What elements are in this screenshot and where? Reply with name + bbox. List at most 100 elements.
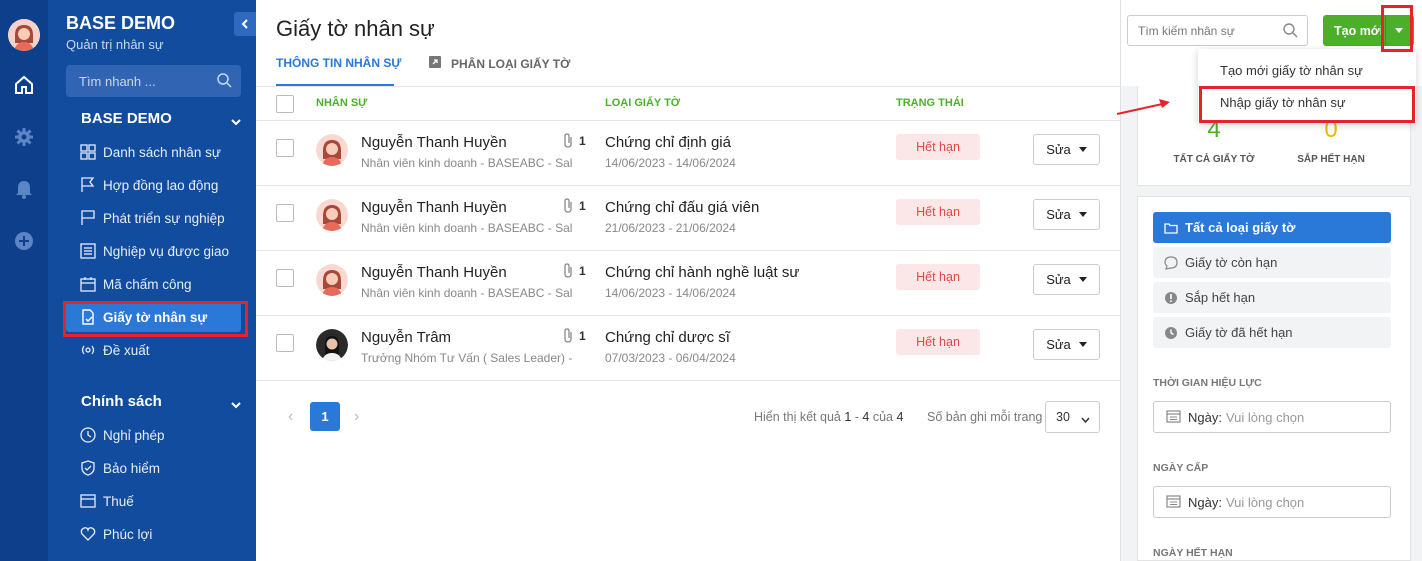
nav-group-title: BASE DEMO — [81, 110, 172, 127]
sidebar-item-nghi-phep[interactable]: Nghỉ phép — [66, 420, 241, 450]
prev-page-button[interactable]: ‹ — [288, 408, 293, 426]
nav-group-chinh-sach[interactable]: Chính sách — [81, 393, 241, 410]
collapse-sidebar-button[interactable] — [234, 12, 256, 36]
filter-giay-to-da-het-han[interactable]: Giấy tờ đã hết hạn — [1153, 317, 1391, 348]
filter-label: Giấy tờ còn hạn — [1185, 255, 1278, 270]
sidebar-search-input[interactable]: Tìm nhanh ... — [66, 65, 241, 97]
attachment-count[interactable]: 1 — [562, 328, 586, 344]
sidebar-item-de-xuat[interactable]: Đề xuất — [66, 335, 241, 365]
status-badge: Hết hạn — [896, 134, 980, 160]
edit-button[interactable]: Sửa — [1033, 264, 1100, 295]
edit-button[interactable]: Sửa — [1033, 199, 1100, 230]
grid-icon — [79, 143, 97, 161]
sidebar-item-ma-cham-cong[interactable]: Mã chấm công — [66, 269, 241, 299]
row-checkbox[interactable] — [276, 204, 294, 222]
status-badge: Hết hạn — [896, 199, 980, 225]
avatar — [316, 329, 348, 361]
caret-down-icon — [1078, 342, 1087, 347]
validity-date-picker[interactable]: Ngày: Vui lòng chọn — [1153, 401, 1391, 433]
attachment-count-value: 1 — [579, 199, 586, 213]
tab-phan-loai-giay-to[interactable]: PHÂN LOẠI GIẤY TỜ — [429, 56, 570, 71]
divider — [256, 185, 1120, 186]
page-button-current[interactable]: 1 — [310, 402, 340, 431]
next-page-button[interactable]: › — [354, 408, 359, 426]
external-link-icon — [429, 56, 441, 71]
sidebar-item-nghiep-vu-duoc-giao[interactable]: Nghiệp vụ được giao — [66, 236, 241, 266]
filter-card: Tất cả loại giấy tờ Giấy tờ còn hạn Sắp … — [1137, 196, 1411, 561]
status-badge: Hết hạn — [896, 264, 980, 290]
heart-icon — [79, 525, 97, 543]
edit-button[interactable]: Sửa — [1033, 134, 1100, 165]
column-header-loai-giay-to[interactable]: LOẠI GIẤY TỜ — [605, 97, 680, 109]
per-page-label: Số bản ghi mỗi trang — [927, 410, 1043, 424]
document-dates: 14/06/2023 - 14/06/2024 — [605, 156, 736, 170]
employee-title: Nhân viên kinh doanh - BASEABC - Sal... — [361, 156, 573, 170]
attachment-count[interactable]: 1 — [562, 133, 586, 149]
row-checkbox[interactable] — [276, 139, 294, 157]
section-label-ngay-cap: NGÀY CẤP — [1153, 462, 1209, 474]
employee-search-input[interactable]: Tìm kiếm nhân sự — [1127, 15, 1308, 46]
nav-group-base-demo[interactable]: BASE DEMO — [81, 110, 241, 127]
edit-label: Sửa — [1046, 337, 1071, 352]
filter-tat-ca-loai-giay-to[interactable]: Tất cả loại giấy tờ — [1153, 212, 1391, 243]
caret-down-icon — [1078, 147, 1087, 152]
sidebar-item-hop-dong-lao-dong[interactable]: Hợp đồng lao động — [66, 170, 241, 200]
attachment-count-value: 1 — [579, 329, 586, 343]
sidebar-item-label: Phát triển sự nghiệp — [103, 210, 225, 226]
alert-icon — [1163, 291, 1179, 305]
per-page-value: 30 — [1056, 410, 1070, 424]
issue-date-picker[interactable]: Ngày: Vui lòng chọn — [1153, 486, 1391, 518]
column-header-trang-thai[interactable]: TRẠNG THÁI — [896, 97, 964, 109]
chevron-left-icon — [241, 19, 248, 29]
select-all-checkbox[interactable] — [276, 95, 294, 113]
sidebar-item-label: Đề xuất — [103, 342, 150, 358]
tab-thong-tin-nhan-su[interactable]: THÔNG TIN NHÂN SỰ — [276, 56, 401, 70]
result-prefix: Hiển thị kết quả — [754, 410, 845, 424]
filter-sap-het-han[interactable]: Sắp hết hạn — [1153, 282, 1391, 313]
edit-button[interactable]: Sửa — [1033, 329, 1100, 360]
menu-item-tao-moi-giay-to[interactable]: Tạo mới giấy tờ nhân sự — [1198, 54, 1416, 86]
row-checkbox[interactable] — [276, 269, 294, 287]
add-circle-icon[interactable] — [12, 229, 36, 253]
attachment-count[interactable]: 1 — [562, 263, 586, 279]
tax-icon — [79, 492, 97, 510]
bell-icon[interactable] — [12, 177, 36, 201]
home-icon[interactable] — [12, 73, 36, 97]
sidebar-item-phat-trien-su-nghiep[interactable]: Phát triển sự nghiệp — [66, 203, 241, 233]
per-page-select[interactable]: 30 — [1045, 401, 1100, 433]
range-sep: - — [851, 410, 863, 424]
date-prefix: Ngày: — [1188, 494, 1222, 510]
employee-name[interactable]: Nguyễn Thanh Huyền — [361, 134, 507, 151]
of-word: của — [869, 410, 897, 424]
filter-label: Sắp hết hạn — [1185, 290, 1256, 305]
calendar-icon — [1166, 494, 1181, 511]
caret-down-icon — [1078, 212, 1087, 217]
chevron-down-icon — [231, 113, 241, 130]
sidebar-item-label: Mã chấm công — [103, 276, 192, 292]
search-icon — [217, 73, 232, 91]
user-avatar[interactable] — [8, 19, 40, 51]
sidebar-item-label: Phúc lợi — [103, 526, 153, 542]
filter-giay-to-con-han[interactable]: Giấy tờ còn hạn — [1153, 247, 1391, 278]
employee-name[interactable]: Nguyễn Thanh Huyền — [361, 199, 507, 216]
flag-icon — [79, 209, 97, 227]
paperclip-icon — [564, 263, 572, 278]
chat-bubble-icon — [1163, 255, 1179, 270]
calendar-icon — [79, 275, 97, 293]
create-label: Tạo mới — [1334, 23, 1384, 38]
sidebar-item-bao-hiem[interactable]: Bảo hiểm — [66, 453, 241, 483]
gear-icon[interactable] — [12, 125, 36, 149]
edit-label: Sửa — [1046, 142, 1071, 157]
attachment-count[interactable]: 1 — [562, 198, 586, 214]
sidebar-item-danh-sach-nhan-su[interactable]: Danh sách nhân sự — [66, 137, 241, 167]
stat-expiring-label: SẮP HẾT HẠN — [1297, 154, 1365, 165]
employee-name[interactable]: Nguyễn Trâm — [361, 329, 451, 346]
column-header-nhan-su[interactable]: NHÂN SỰ — [316, 97, 367, 109]
row-checkbox[interactable] — [276, 334, 294, 352]
main-content: Giấy tờ nhân sự THÔNG TIN NHÂN SỰ PHÂN L… — [256, 0, 1120, 561]
employee-name[interactable]: Nguyễn Thanh Huyền — [361, 264, 507, 281]
date-prefix: Ngày: — [1188, 409, 1222, 425]
sidebar-item-thue[interactable]: Thuế — [66, 486, 241, 516]
sidebar-item-phuc-loi[interactable]: Phúc lợi — [66, 519, 241, 549]
sidebar-item-label: Hợp đồng lao động — [103, 177, 219, 193]
